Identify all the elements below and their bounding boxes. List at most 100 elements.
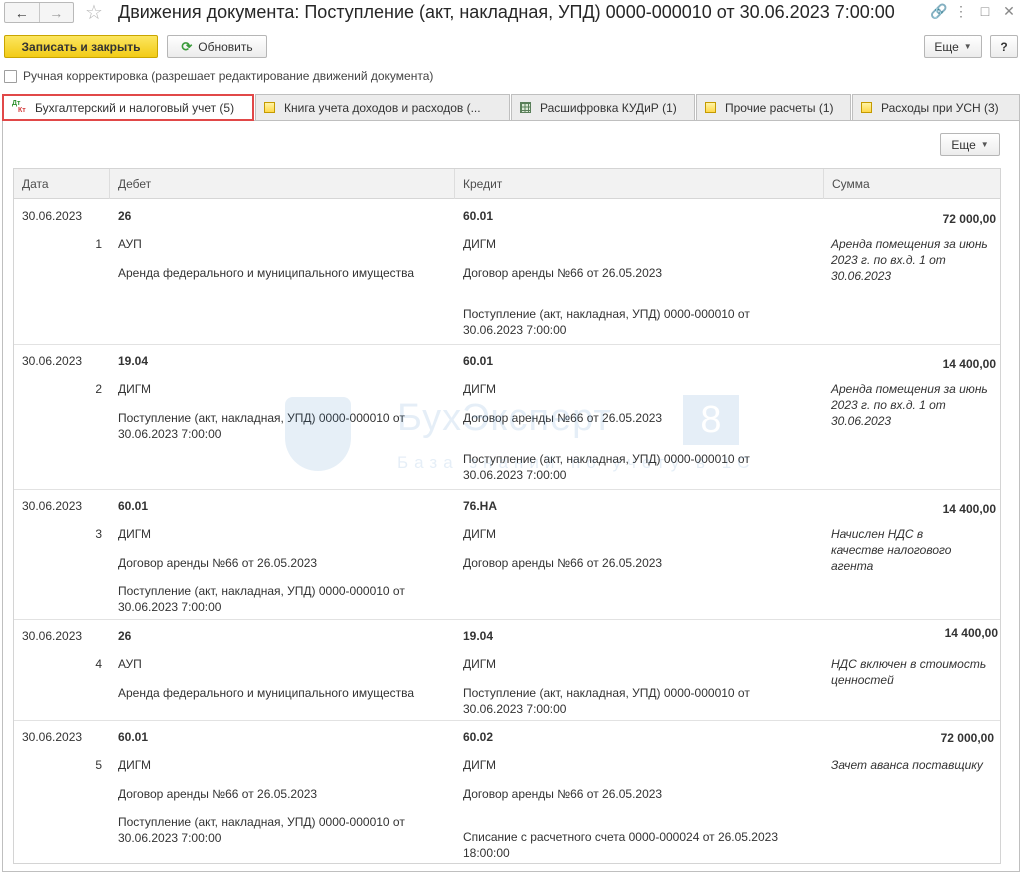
cell-credit-subconto-1: ДИГМ [463,758,496,772]
cell-posting-description: Аренда помещения за июнь 2023 г. по вх.д… [831,382,988,428]
cell-posting-description: Зачет аванса поставщику [831,758,983,772]
dropdown-caret-icon: ▼ [963,42,972,51]
cell-debit-account: 26 [118,629,132,643]
maximize-icon[interactable]: □ [978,3,992,20]
dropdown-caret-icon: ▼ [980,140,989,149]
cell-date: 30.06.2023 [22,209,83,223]
table-header: Дата Дебет Кредит Сумма [14,169,1000,199]
cell-debit-subconto-1: АУП [118,657,142,671]
cell-line-number: 5 [95,758,102,772]
cell-credit-subconto-3: Поступление (акт, накладная, УПД) 0000-0… [463,307,750,337]
cell-debit-subconto-1: АУП [118,237,142,251]
help-button[interactable]: ? [990,35,1018,58]
cell-debit-subconto-3: Поступление (акт, накладная, УПД) 0000-0… [118,584,405,614]
table-row[interactable]: 30.06.2023 2 19.04 ДИГМ Поступление (акт… [14,345,1000,490]
table-row[interactable]: 30.06.2023 5 60.01 ДИГМ Договор аренды №… [14,721,1000,863]
cell-credit-account: 60.01 [463,354,494,368]
tab-accounting-tax[interactable]: Дт Кт Бухгалтерский и налоговый учет (5) [2,94,254,121]
column-header-credit[interactable]: Кредит [455,169,824,199]
cell-debit-subconto-2: Аренда федерального и муниципального иму… [118,266,415,280]
tab-usn-expenses[interactable]: Расходы при УСН (3) [852,94,1020,120]
register-book-icon [705,102,716,113]
manual-correction-label: Ручная корректировка (разрешает редактир… [23,69,434,83]
cell-debit-subconto-3: Поступление (акт, накладная, УПД) 0000-0… [118,815,405,845]
tab-label: Расшифровка КУДиР (1) [540,100,677,115]
register-book-icon [861,102,872,113]
dt-kt-icon: Дт Кт [12,99,26,114]
tab-label: Расходы при УСН (3) [881,100,999,115]
cell-debit-subconto-2: Договор аренды №66 от 26.05.2023 [118,556,318,570]
cell-credit-subconto-2: Договор аренды №66 от 26.05.2023 [463,411,663,425]
forward-arrow-icon[interactable]: → [38,3,74,22]
tab-label: Книга учета доходов и расходов (... [284,100,481,115]
cell-date: 30.06.2023 [22,499,83,513]
link-icon[interactable]: 🔗 [930,3,947,20]
close-icon[interactable]: ✕ [1002,3,1016,20]
favorite-star-icon[interactable]: ☆ [85,0,103,25]
cell-amount: 72 000,00 [940,731,994,745]
cell-debit-account: 19.04 [118,354,149,368]
cell-credit-subconto-2: Договор аренды №66 от 26.05.2023 [463,787,663,801]
table-more-label: Еще [951,137,976,152]
cell-debit-account: 26 [118,209,132,223]
cell-debit-subconto-2: Аренда федерального и муниципального иму… [118,686,415,700]
cell-posting-description: НДС включен в стоимость ценностей [831,657,987,687]
cell-credit-subconto-1: ДИГМ [463,237,496,251]
window-controls: 🔗 ⋮ □ ✕ [930,3,1016,20]
cell-debit-subconto-1: ДИГМ [118,758,151,772]
register-book-icon [264,102,275,113]
manual-correction-checkbox[interactable] [4,69,17,83]
tab-kudir-breakdown[interactable]: Расшифровка КУДиР (1) [511,94,695,120]
postings-table: Дата Дебет Кредит Сумма 30.06.2023 1 26 … [13,168,1001,864]
cell-amount: 14 400,00 [942,502,996,516]
cell-date: 30.06.2023 [22,354,83,368]
cell-debit-account: 60.01 [118,499,149,513]
window-title: Движения документа: Поступление (акт, на… [118,2,895,22]
cell-credit-subconto-2: Договор аренды №66 от 26.05.2023 [463,556,663,570]
tab-other-settlements[interactable]: Прочие расчеты (1) [696,94,851,120]
table-grid-icon [520,102,531,113]
cell-date: 30.06.2023 [22,629,83,643]
cell-debit-subconto-1: ДИГМ [118,527,151,541]
table-row[interactable]: 30.06.2023 3 60.01 ДИГМ Договор аренды №… [14,490,1000,620]
cell-debit-subconto-2: Договор аренды №66 от 26.05.2023 [118,787,318,801]
more-actions-label: Еще [934,39,959,54]
cell-amount: 72 000,00 [942,212,996,226]
history-navigation: ← → [4,2,74,23]
cell-credit-account: 76.НА [463,499,498,513]
cell-amount: 14 400,00 [942,357,996,371]
cell-posting-description: Начислен НДС в качестве налогового агент… [831,527,952,573]
refresh-button[interactable]: ⟳ Обновить [167,35,267,58]
cell-date: 30.06.2023 [22,730,83,744]
tab-income-expense-book[interactable]: Книга учета доходов и расходов (... [255,94,510,120]
cell-line-number: 2 [95,382,102,396]
table-row[interactable]: 30.06.2023 4 26 АУП Аренда федерального … [14,620,1000,721]
refresh-icon: ⟳ [181,38,193,54]
column-header-date[interactable]: Дата [14,169,110,199]
table-row[interactable]: 30.06.2023 1 26 АУП Аренда федерального … [14,200,1000,345]
tab-label: Бухгалтерский и налоговый учет (5) [35,100,235,115]
cell-credit-subconto-3: Поступление (акт, накладная, УПД) 0000-0… [463,452,750,482]
cell-credit-subconto-1: ДИГМ [463,382,496,396]
more-vertical-icon[interactable]: ⋮ [954,3,968,20]
save-and-close-button[interactable]: Записать и закрыть [4,35,158,58]
more-actions-button[interactable]: Еще ▼ [924,35,982,58]
cell-credit-subconto-2: Поступление (акт, накладная, УПД) 0000-0… [463,686,750,716]
cell-debit-subconto-1: ДИГМ [118,382,151,396]
cell-debit-subconto-2: Поступление (акт, накладная, УПД) 0000-0… [118,411,405,441]
cell-credit-subconto-1: ДИГМ [463,657,496,671]
cell-line-number: 1 [95,237,102,251]
column-header-sum[interactable]: Сумма [824,169,990,199]
cell-credit-subconto-2: Договор аренды №66 от 26.05.2023 [463,266,663,280]
column-header-debit[interactable]: Дебет [110,169,455,199]
back-arrow-icon[interactable]: ← [5,3,39,22]
cell-credit-account: 60.01 [463,209,494,223]
cell-posting-description: Аренда помещения за июнь 2023 г. по вх.д… [831,237,988,283]
tab-label: Прочие расчеты (1) [725,100,834,115]
manual-correction-option: Ручная корректировка (разрешает редактир… [4,69,433,83]
cell-amount: 14 400,00 [944,626,998,640]
cell-credit-subconto-1: ДИГМ [463,527,496,541]
table-more-button[interactable]: Еще ▼ [940,133,1000,156]
refresh-label: Обновить [198,39,253,54]
cell-credit-subconto-3: Списание с расчетного счета 0000-000024 … [463,830,778,860]
